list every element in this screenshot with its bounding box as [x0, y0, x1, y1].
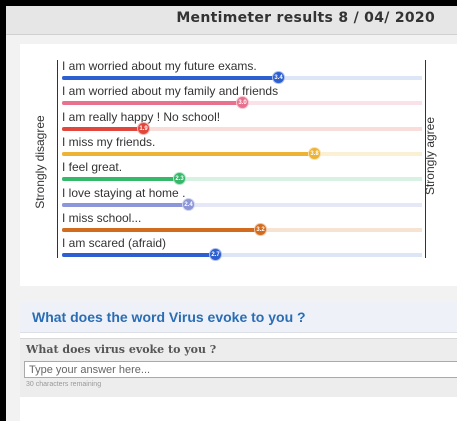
scale-right-label: Strongly agree	[423, 116, 437, 196]
question-card: What does the word Virus evoke to you ? …	[20, 302, 457, 421]
question-form: What does virus evoke to you ? 30 charac…	[20, 338, 457, 397]
statement-row: I am worried about my family and friends…	[62, 84, 422, 110]
statement-row: I miss school... 3.2	[62, 211, 422, 236]
statement-label: I am scared (afraid)	[62, 236, 167, 251]
char-count: 30 characters remaining	[26, 381, 102, 388]
statement-label: I love staying at home .	[62, 185, 186, 200]
statement-row: I am scared (afraid) 2.7	[62, 236, 422, 262]
header-bar: Mentimeter results 8 / 04/ 2020	[6, 6, 457, 35]
statement-value-marker: 3.8	[308, 146, 321, 160]
statement-row: I feel great. 2.3	[62, 160, 422, 186]
statement-bar	[62, 177, 179, 182]
statement-value-marker: 3.0	[236, 96, 249, 110]
question-heading: What does the word Virus evoke to you ?	[32, 309, 306, 325]
page: Mentimeter results 8 / 04/ 2020 Strongly…	[6, 6, 457, 421]
statement-label: I am worried about my future exams.	[62, 59, 257, 73]
statement-row: I love staying at home . 2.4	[62, 186, 422, 211]
statement-label: I miss school...	[62, 210, 142, 225]
statement-bar	[62, 101, 242, 106]
scale-left-axis	[57, 60, 58, 258]
statement-value-marker: 3.2	[254, 222, 267, 236]
statement-row: I am worried about my future exams. 3.4	[62, 59, 422, 84]
results-chart: Strongly disagree Strongly agree I am wo…	[20, 44, 457, 286]
statement-bar	[62, 227, 260, 232]
statement-label: I miss my friends.	[62, 134, 156, 149]
statement-value-marker: 2.4	[182, 197, 195, 211]
statement-bar	[62, 253, 215, 258]
statement-value-marker: 2.7	[209, 248, 222, 262]
statement-bar	[62, 126, 143, 131]
statement-row: I am really happy ! No school! 1.9	[62, 110, 422, 135]
screenshot-frame: Mentimeter results 8 / 04/ 2020 Strongly…	[0, 0, 457, 421]
scale-left-label: Strongly disagree	[33, 115, 47, 209]
question-label: What does virus evoke to you ?	[26, 343, 217, 356]
page-title: Mentimeter results 8 / 04/ 2020	[176, 10, 435, 26]
question-heading-bar: What does the word Virus evoke to you ?	[20, 302, 457, 333]
statement-value-marker: 3.4	[272, 71, 285, 84]
statement-row: I miss my friends. 3.8	[62, 135, 422, 160]
statement-bar	[62, 202, 188, 207]
statement-bar	[62, 76, 278, 80]
statement-bar	[62, 151, 314, 156]
statement-value-marker: 2.3	[173, 172, 186, 186]
statement-value-marker: 1.9	[137, 121, 150, 135]
answer-input[interactable]	[24, 361, 457, 378]
statement-label: I feel great.	[62, 160, 123, 175]
